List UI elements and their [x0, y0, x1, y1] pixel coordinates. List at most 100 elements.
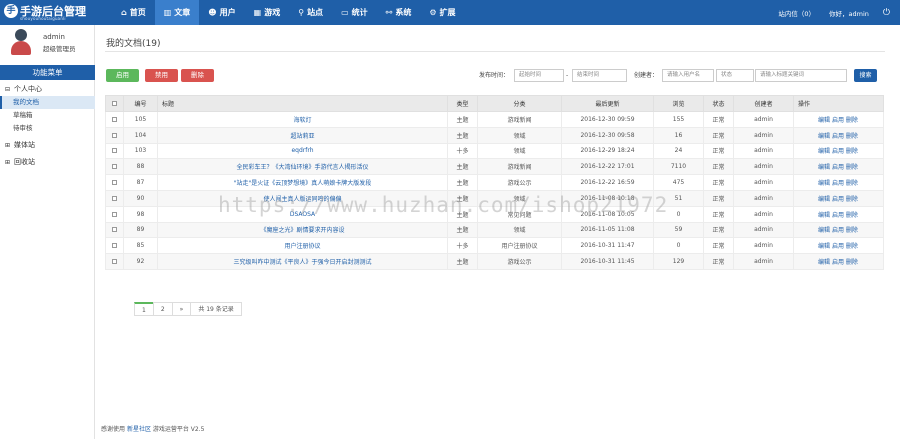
nav-article[interactable]: ▥ 文章	[154, 0, 200, 25]
row-status: 正常	[703, 253, 734, 270]
row-checkbox[interactable]	[112, 243, 117, 249]
row-checkbox-cell[interactable]	[105, 189, 124, 207]
sidebar-group-personal[interactable]: ⊟ 个人中心	[0, 83, 95, 96]
logo-subtitle: shouyouhoutaiguanli	[20, 16, 66, 21]
row-checkbox[interactable]	[112, 227, 117, 233]
row-checkbox[interactable]	[112, 180, 117, 186]
header-checkbox[interactable]	[105, 95, 124, 112]
sidebar-group-recycle[interactable]: ⊞ 回收站	[0, 156, 95, 169]
row-checkbox-cell[interactable]	[105, 126, 124, 144]
nav-game[interactable]: ▦ 游戏	[245, 0, 290, 25]
select-all-checkbox[interactable]	[112, 101, 117, 106]
enable-link[interactable]: 启用	[832, 164, 844, 171]
enable-link[interactable]: 启用	[832, 180, 844, 187]
enable-link[interactable]: 启用	[832, 117, 844, 124]
pagination: 1 2 » 共 19 条记录	[134, 302, 242, 316]
row-checkbox[interactable]	[112, 148, 117, 154]
nav-system[interactable]: ⚯ 系统	[377, 0, 421, 25]
delete-link[interactable]: 删除	[846, 259, 858, 266]
row-category: 游戏新闻	[477, 158, 562, 176]
row-checkbox-cell[interactable]	[105, 158, 124, 176]
edit-link[interactable]: 编辑	[818, 259, 830, 266]
row-checkbox[interactable]	[112, 211, 117, 217]
row-checkbox-cell[interactable]	[105, 237, 124, 255]
delete-link[interactable]: 删除	[846, 196, 858, 203]
sidebar-item-drafts[interactable]: 草稿箱	[0, 109, 95, 122]
home-icon: ⌂	[121, 8, 127, 17]
delete-link[interactable]: 删除	[846, 148, 858, 155]
edit-link[interactable]: 编辑	[818, 243, 830, 250]
enable-link[interactable]: 启用	[832, 133, 844, 140]
delete-link[interactable]: 删除	[846, 212, 858, 219]
row-title[interactable]: 《魔座之光》剧情要求开内容设	[157, 221, 448, 239]
row-checkbox-cell[interactable]	[105, 205, 124, 223]
enable-link[interactable]: 启用	[832, 212, 844, 219]
end-time-input[interactable]: 结束时间	[572, 69, 627, 82]
footer-link[interactable]: 新星社区	[127, 426, 151, 433]
logo[interactable]: 手 手游后台管理 shouyouhoutaiguanli	[4, 2, 96, 23]
enable-link[interactable]: 启用	[832, 259, 844, 266]
row-checkbox-cell[interactable]	[105, 221, 124, 239]
page-next[interactable]: »	[171, 302, 192, 316]
row-checkbox-cell[interactable]	[105, 174, 124, 191]
row-checkbox-cell[interactable]	[105, 111, 124, 128]
row-checkbox-cell[interactable]	[105, 142, 124, 160]
row-title[interactable]: "站走"是火证《云顶梦想境》真人萌娘卡牌大版发段	[157, 174, 448, 191]
enable-link[interactable]: 启用	[832, 148, 844, 155]
delete-link[interactable]: 删除	[846, 180, 858, 187]
status-select[interactable]: 状态	[716, 69, 754, 82]
edit-link[interactable]: 编辑	[818, 180, 830, 187]
row-checkbox-cell[interactable]	[105, 253, 124, 270]
delete-link[interactable]: 删除	[846, 164, 858, 171]
row-checkbox[interactable]	[112, 116, 117, 122]
nav-home[interactable]: ⌂ 首页	[112, 0, 155, 25]
row-title[interactable]: 三究级叫咋中测试《平良人》于强今日开启封测测试	[157, 253, 448, 270]
enable-link[interactable]: 启用	[832, 243, 844, 250]
sidebar-item-pending[interactable]: 待审核	[0, 122, 95, 135]
row-checkbox[interactable]	[112, 195, 117, 201]
nav-user[interactable]: ☻ 用户	[199, 0, 244, 25]
row-title[interactable]: 超站莉亚	[157, 126, 448, 144]
row-checkbox[interactable]	[112, 132, 117, 138]
edit-link[interactable]: 编辑	[818, 212, 830, 219]
delete-link[interactable]: 删除	[846, 133, 858, 140]
row-checkbox[interactable]	[112, 164, 117, 170]
disable-button[interactable]: 禁用	[145, 69, 178, 82]
edit-link[interactable]: 编辑	[818, 164, 830, 171]
watermark: https://www.huzhan.com/ishop21972	[218, 193, 669, 217]
enable-link[interactable]: 启用	[832, 196, 844, 203]
power-icon[interactable]: ⏻	[883, 8, 890, 18]
row-title[interactable]: 用户注册协议	[157, 237, 448, 255]
messages-link[interactable]: 站内信（0）	[778, 8, 815, 18]
edit-link[interactable]: 编辑	[818, 117, 830, 124]
delete-button[interactable]: 删除	[181, 69, 214, 82]
page-2[interactable]: 2	[152, 302, 173, 316]
row-title[interactable]: eqdrfrh	[157, 142, 448, 160]
delete-link[interactable]: 删除	[846, 243, 858, 250]
page-1[interactable]: 1	[134, 302, 154, 316]
enable-link[interactable]: 启用	[832, 227, 844, 234]
keyword-input[interactable]: 请输入标题关键词	[755, 69, 847, 82]
edit-link[interactable]: 编辑	[818, 133, 830, 140]
row-checkbox[interactable]	[112, 259, 117, 265]
sidebar-group-media[interactable]: ⊞ 媒体站	[0, 139, 95, 152]
nav-stats[interactable]: ▭ 统计	[332, 0, 377, 25]
enable-button[interactable]: 启用	[106, 69, 139, 82]
start-time-input[interactable]: 起始时间	[514, 69, 564, 82]
row-views: 7110	[653, 158, 704, 176]
delete-link[interactable]: 删除	[846, 117, 858, 124]
row-title[interactable]: 全民彩车王？《大湾仙环境》手游代言人揭形活仪	[157, 158, 448, 176]
search-button[interactable]: 搜索	[854, 69, 877, 82]
edit-link[interactable]: 编辑	[818, 196, 830, 203]
nav-extend[interactable]: ⚙ 扩展	[420, 0, 464, 25]
author-input[interactable]: 请输入用户名	[662, 69, 714, 82]
delete-link[interactable]: 删除	[846, 227, 858, 234]
edit-link[interactable]: 编辑	[818, 227, 830, 234]
sidebar-item-my-docs[interactable]: 我的文档	[0, 96, 95, 109]
documents-table: 编号 标题 类型 分类 最后更新 浏览 状态 创建者 操作 105 海软灯 主题 游戏…	[105, 95, 884, 270]
row-title[interactable]: 海软灯	[157, 111, 448, 128]
top-navbar: 手 手游后台管理 shouyouhoutaiguanli ⌂ 首页 ▥ 文章 ☻ 用户…	[0, 0, 900, 25]
edit-link[interactable]: 编辑	[818, 148, 830, 155]
nav-site[interactable]: ⚲ 站点	[289, 0, 332, 25]
row-id: 98	[123, 205, 158, 223]
